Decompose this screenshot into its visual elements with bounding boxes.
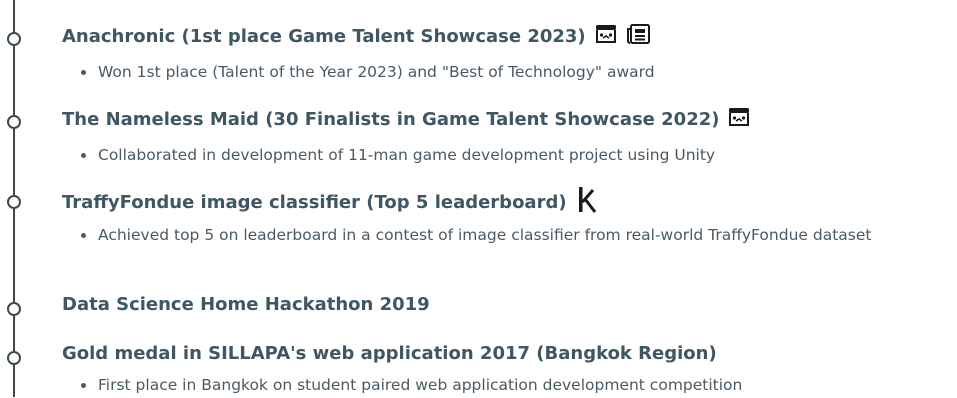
entry-bullets: First place in Bangkok on student paired…	[80, 373, 935, 398]
timeline-node	[7, 351, 21, 365]
itchio-store-icon[interactable]	[595, 24, 617, 49]
bullet-item: Collaborated in development of 11-man ga…	[80, 143, 935, 168]
entry-title: TraffyFondue image classifier (Top 5 lea…	[62, 187, 598, 218]
itchio-store-icon[interactable]	[728, 107, 750, 132]
entry-title: Data Science Home Hackathon 2019	[62, 294, 430, 315]
timeline-node	[7, 115, 21, 129]
newspaper-icon[interactable]	[626, 24, 650, 49]
entry-bullets: Collaborated in development of 11-man ga…	[80, 143, 935, 168]
bullet-item: Achieved top 5 on leaderboard in a conte…	[80, 223, 935, 248]
timeline-node	[7, 32, 21, 46]
kaggle-icon[interactable]	[576, 187, 598, 218]
bullet-item: Won 1st place (Talent of the Year 2023) …	[80, 60, 935, 85]
bullet-item: First place in Bangkok on student paired…	[80, 373, 935, 398]
entry-title: Anachronic (1st place Game Talent Showca…	[62, 24, 650, 49]
timeline-node	[7, 195, 21, 209]
timeline-node	[7, 302, 21, 316]
entry-bullets: Won 1st place (Talent of the Year 2023) …	[80, 60, 935, 85]
entry-title: Gold medal in SILLAPA's web application …	[62, 343, 717, 364]
entry-title: The Nameless Maid (30 Finalists in Game …	[62, 107, 750, 132]
entry-bullets: Achieved top 5 on leaderboard in a conte…	[80, 223, 935, 248]
